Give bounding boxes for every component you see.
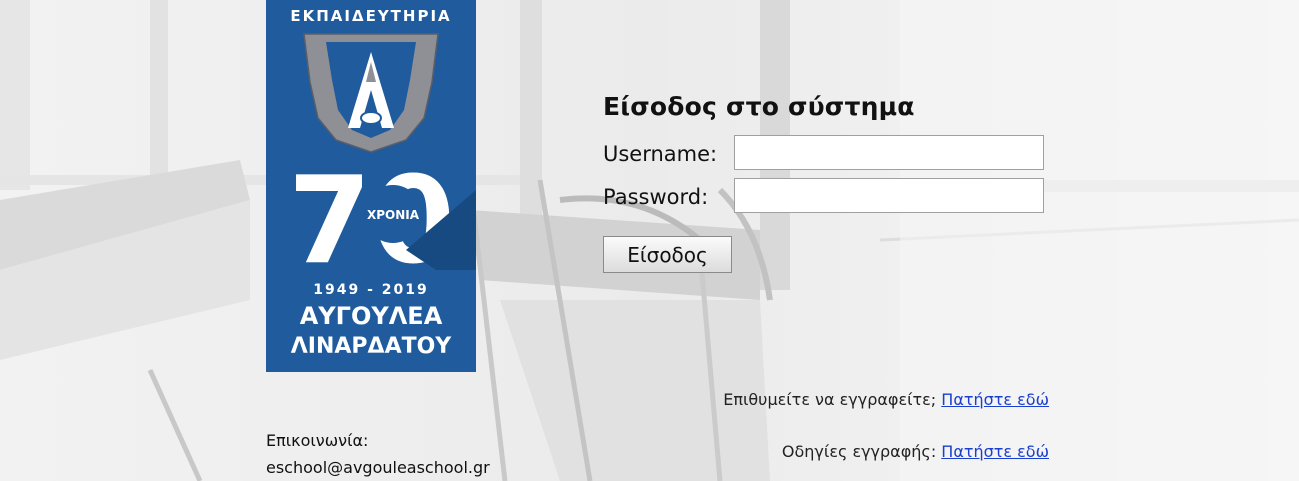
login-title: Είσοδος στο σύστημα: [603, 92, 915, 121]
logo-name-line1: ΑΥΓΟΥΛΕΑ: [300, 302, 443, 330]
register-row: Επιθυμείτε να εγγραφείτε; Πατήστε εδώ: [723, 390, 1049, 409]
contact-email: eschool@avgouleaschool.gr: [266, 458, 490, 477]
username-field[interactable]: [734, 135, 1044, 170]
register-prompt: Επιθυμείτε να εγγραφείτε;: [723, 390, 937, 409]
school-logo: ΕΚΠΑΙΔΕΥΤΗΡΙΑ 70 ΧΡΟΝΙΑ 1949 - 2019 ΑΥΓΟ…: [266, 0, 476, 372]
logo-years-word: ΧΡΟΝΙΑ: [367, 208, 420, 222]
logo-name-line2: ΛΙΝΑΡΔΑΤΟΥ: [291, 334, 453, 359]
logo-top-text: ΕΚΠΑΙΔΕΥΤΗΡΙΑ: [290, 7, 451, 25]
login-button[interactable]: Είσοδος: [603, 236, 732, 273]
register-link[interactable]: Πατήστε εδώ: [941, 390, 1049, 409]
contact-block: Επικοινωνία: eschool@avgouleaschool.gr: [266, 427, 490, 481]
instructions-prompt: Οδηγίες εγγραφής:: [781, 442, 937, 461]
username-label: Username:: [603, 142, 718, 166]
instructions-link[interactable]: Πατήστε εδώ: [941, 442, 1049, 461]
logo-year-range: 1949 - 2019: [313, 282, 429, 298]
contact-label: Επικοινωνία:: [266, 431, 369, 450]
password-label: Password:: [603, 185, 709, 209]
password-field[interactable]: [734, 178, 1044, 213]
instructions-row: Οδηγίες εγγραφής: Πατήστε εδώ: [782, 442, 1049, 461]
